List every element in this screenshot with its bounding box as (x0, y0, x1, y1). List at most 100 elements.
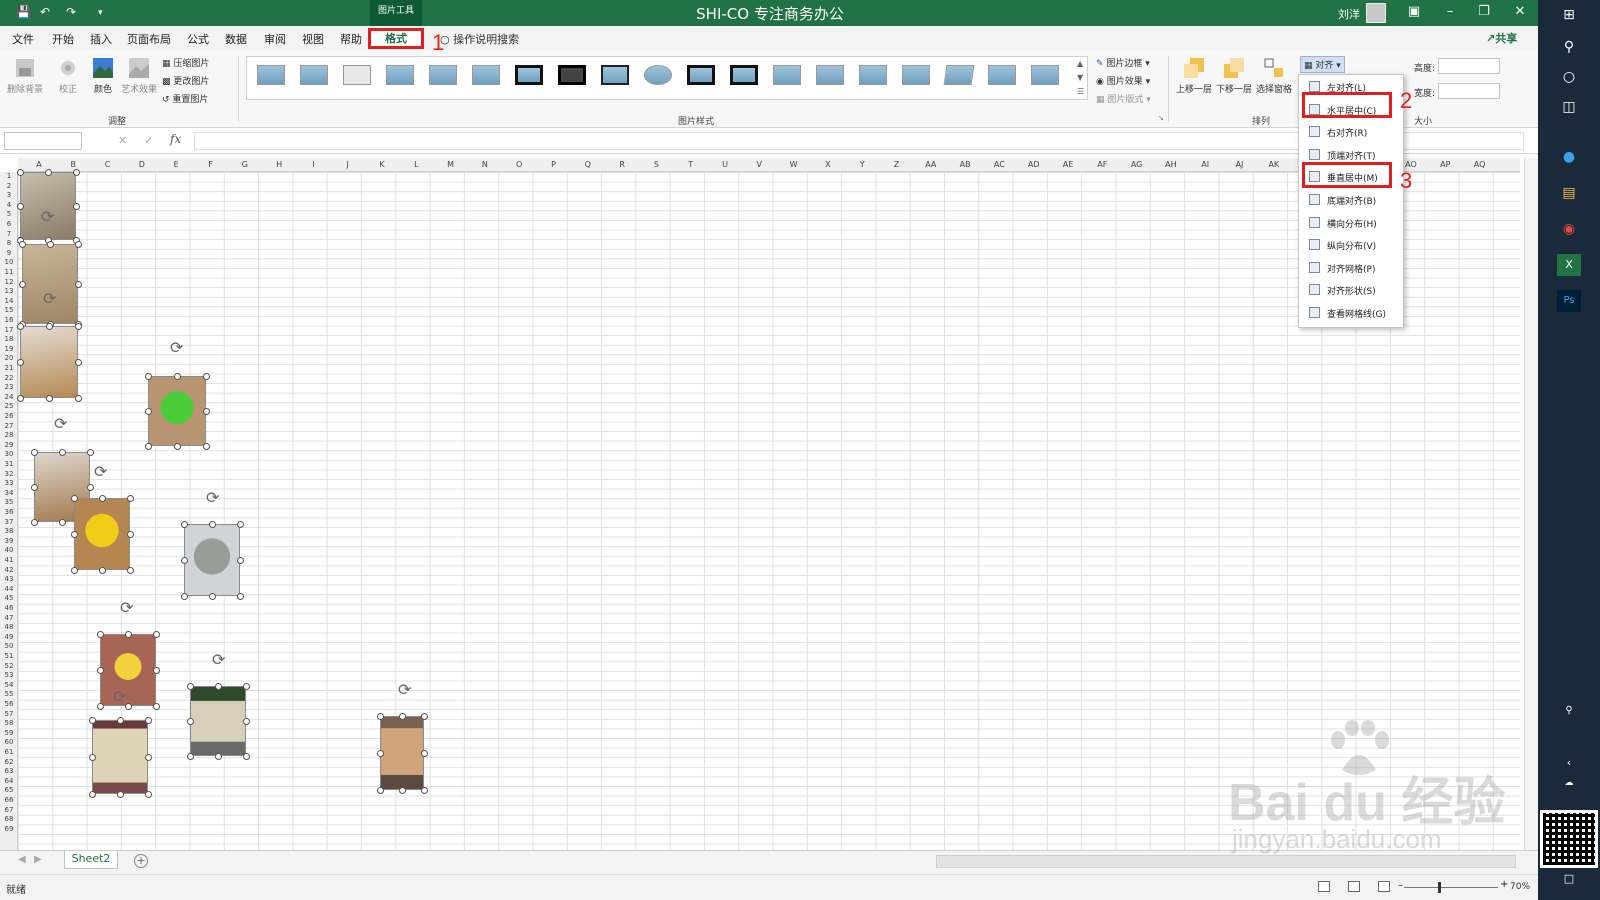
resize-handle[interactable] (71, 495, 78, 502)
picture-style-thumbnail[interactable] (300, 65, 328, 85)
picture-style-thumbnail[interactable] (902, 65, 930, 85)
rotate-handle-icon[interactable]: ⟳ (54, 416, 67, 432)
resize-handle[interactable] (73, 169, 80, 176)
align-menu-item[interactable]: 对齐网格(P) (1299, 258, 1405, 278)
resize-handle[interactable] (215, 683, 222, 690)
resize-handle[interactable] (99, 567, 106, 574)
row-header[interactable]: 48 (0, 623, 17, 631)
tab-formulas[interactable]: 公式 (187, 31, 209, 47)
row-header[interactable]: 16 (0, 316, 17, 324)
column-header[interactable]: A (22, 160, 56, 169)
column-header[interactable]: O (502, 160, 536, 169)
resize-handle[interactable] (421, 750, 428, 757)
row-header[interactable]: 30 (0, 450, 17, 458)
resize-handle[interactable] (174, 443, 181, 450)
row-header[interactable]: 1 (0, 172, 17, 180)
picture-style-thumbnail[interactable] (257, 65, 285, 85)
normal-view-icon[interactable] (1318, 881, 1330, 892)
column-header[interactable]: Y (845, 160, 879, 169)
row-header[interactable]: 24 (0, 393, 17, 401)
zoom-level[interactable]: 70% (1510, 882, 1530, 892)
column-header[interactable]: E (159, 160, 193, 169)
row-header[interactable]: 46 (0, 604, 17, 612)
tray-expand-icon[interactable]: ‹ (1557, 752, 1581, 774)
column-header[interactable]: J (331, 160, 365, 169)
resize-handle[interactable] (71, 567, 78, 574)
row-header[interactable]: 26 (0, 412, 17, 420)
resize-handle[interactable] (145, 717, 152, 724)
row-header[interactable]: 29 (0, 441, 17, 449)
row-header[interactable]: 64 (0, 777, 17, 785)
picture-style-thumbnail[interactable] (730, 65, 758, 85)
resize-handle[interactable] (145, 791, 152, 798)
picture-style-thumbnail[interactable] (386, 65, 414, 85)
rotate-handle-icon[interactable]: ⟳ (113, 689, 126, 705)
resize-handle[interactable] (377, 713, 384, 720)
row-header[interactable]: 8 (0, 239, 17, 247)
resize-handle[interactable] (59, 449, 66, 456)
resize-handle[interactable] (399, 787, 406, 794)
picture-style-thumbnail[interactable] (988, 65, 1016, 85)
row-header[interactable]: 42 (0, 566, 17, 574)
column-header[interactable]: V (742, 160, 776, 169)
row-header[interactable]: 50 (0, 642, 17, 650)
resize-handle[interactable] (377, 787, 384, 794)
zoom-in-icon[interactable]: + (1500, 879, 1508, 890)
worksheet-grid[interactable]: ⟳ ⟳ ⟳ ⟳ ⟳ ⟳ ⟳ ⟳ ⟳ ⟳ (17, 169, 1520, 850)
table-picture[interactable] (187, 683, 250, 760)
remove-background-button[interactable]: 删除背景 (6, 56, 44, 95)
align-menu-item[interactable]: 查看网格线(G) (1299, 303, 1405, 323)
resize-handle[interactable] (174, 373, 181, 380)
column-header[interactable]: AE (1051, 160, 1085, 169)
picture-effects-button[interactable]: ◉ 图片效果 ▾ (1096, 74, 1150, 87)
prev-sheet-icon[interactable]: ◀ (18, 854, 26, 865)
resize-handle[interactable] (87, 484, 94, 491)
row-header[interactable]: 49 (0, 633, 17, 641)
tray-icon[interactable]: ⚲ (1557, 700, 1581, 722)
column-header[interactable]: R (605, 160, 639, 169)
resize-handle[interactable] (75, 323, 82, 330)
column-header[interactable]: I (296, 160, 330, 169)
cortana-icon[interactable]: ○ (1557, 66, 1581, 88)
row-header[interactable]: 38 (0, 527, 17, 535)
column-header[interactable]: AF (1085, 160, 1119, 169)
chair-picture[interactable]: ⟳ (17, 169, 80, 244)
align-menu-item[interactable]: 对齐形状(S) (1299, 280, 1405, 300)
row-header[interactable]: 69 (0, 825, 17, 833)
resize-handle[interactable] (117, 791, 124, 798)
row-header[interactable]: 28 (0, 431, 17, 439)
column-header[interactable]: AD (1017, 160, 1051, 169)
resize-handle[interactable] (31, 519, 38, 526)
align-menu-item[interactable]: 底端对齐(B) (1299, 190, 1405, 210)
column-header[interactable]: S (639, 160, 673, 169)
column-header[interactable]: X (811, 160, 845, 169)
align-menu-item[interactable]: 横向分布(H) (1299, 213, 1405, 233)
resize-handle[interactable] (181, 593, 188, 600)
table-picture[interactable] (377, 713, 428, 794)
column-header[interactable]: W (777, 160, 811, 169)
tab-format[interactable]: 格式 (368, 28, 424, 49)
tell-me-search[interactable]: ○ 操作说明搜索 (440, 31, 519, 47)
column-header[interactable]: AI (1188, 160, 1222, 169)
row-header[interactable]: 32 (0, 470, 17, 478)
resize-handle[interactable] (19, 281, 26, 288)
dialog-launcher-icon[interactable]: ↘ (1158, 114, 1164, 122)
resize-handle[interactable] (421, 713, 428, 720)
selection-pane-button[interactable]: 选择窗格 (1254, 56, 1294, 95)
resize-handle[interactable] (187, 718, 194, 725)
column-header[interactable]: Q (571, 160, 605, 169)
row-header[interactable]: 68 (0, 815, 17, 823)
resize-handle[interactable] (181, 521, 188, 528)
resize-handle[interactable] (237, 521, 244, 528)
row-header[interactable]: 66 (0, 796, 17, 804)
save-icon[interactable]: 💾 (16, 5, 31, 19)
picture-layout-button[interactable]: ▦ 图片版式 ▾ (1096, 92, 1151, 105)
rotate-handle-icon[interactable]: ⟳ (206, 490, 219, 506)
gallery-down-icon[interactable]: ▼ (1077, 73, 1083, 82)
edge-icon[interactable]: ● (1557, 146, 1581, 168)
resize-handle[interactable] (75, 359, 82, 366)
add-sheet-button[interactable]: + (134, 854, 148, 868)
resize-handle[interactable] (45, 169, 52, 176)
row-header[interactable]: 12 (0, 278, 17, 286)
resize-handle[interactable] (46, 323, 53, 330)
